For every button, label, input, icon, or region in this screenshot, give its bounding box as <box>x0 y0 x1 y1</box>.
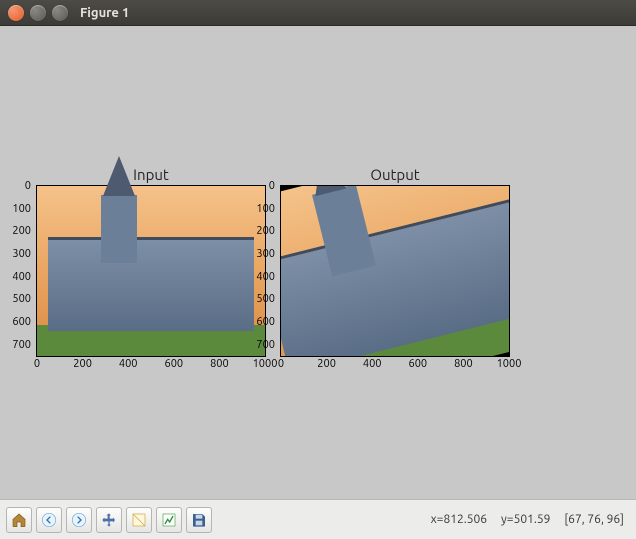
y-tick: 0 <box>269 180 275 192</box>
y-tick: 300 <box>12 248 31 260</box>
x-ticks: 0 200 400 600 800 1000 <box>37 358 265 374</box>
window-titlebar: Figure 1 <box>0 0 636 26</box>
status-pixel: [67, 76, 96] <box>564 513 624 526</box>
maximize-icon[interactable] <box>52 5 68 21</box>
zoom-button[interactable] <box>126 507 152 533</box>
image-building <box>48 237 253 331</box>
close-icon[interactable] <box>8 5 24 21</box>
y-tick: 100 <box>256 203 275 215</box>
x-tick: 800 <box>210 358 229 370</box>
rotated-image-wrap <box>281 186 509 356</box>
save-button[interactable] <box>186 507 212 533</box>
figure-canvas[interactable]: Input 0 100 200 300 400 500 600 700 <box>0 26 636 499</box>
arrow-left-icon <box>41 512 57 528</box>
x-tick: 0 <box>34 358 40 370</box>
home-button[interactable] <box>6 507 32 533</box>
x-tick: 1000 <box>253 358 278 370</box>
y-tick: 200 <box>12 225 31 237</box>
mpl-toolbar: x=812.506 y=501.59 [67, 76, 96] <box>0 499 636 539</box>
x-tick: 200 <box>317 358 336 370</box>
status-y: y=501.59 <box>501 513 550 526</box>
pan-button[interactable] <box>96 507 122 533</box>
x-tick: 0 <box>278 358 284 370</box>
x-tick: 200 <box>73 358 92 370</box>
x-ticks: 0 200 400 600 800 1000 <box>281 358 509 374</box>
x-tick: 400 <box>363 358 382 370</box>
move-icon <box>101 512 117 528</box>
zoom-icon <box>131 512 147 528</box>
arrow-right-icon <box>71 512 87 528</box>
subplots-button[interactable] <box>156 507 182 533</box>
subplot-row: Input 0 100 200 300 400 500 600 700 <box>36 166 510 357</box>
y-tick: 700 <box>256 339 275 351</box>
x-tick: 800 <box>454 358 473 370</box>
subplot-title: Output <box>280 166 510 183</box>
save-icon <box>191 512 207 528</box>
axes-input[interactable]: 0 100 200 300 400 500 600 700 0 200 400 … <box>36 185 266 357</box>
subplot-input: Input 0 100 200 300 400 500 600 700 <box>36 166 266 357</box>
y-ticks: 0 100 200 300 400 500 600 700 <box>0 186 35 356</box>
y-tick: 400 <box>256 271 275 283</box>
y-tick: 700 <box>12 339 31 351</box>
y-tick: 400 <box>12 271 31 283</box>
window-title: Figure 1 <box>80 6 129 20</box>
y-ticks: 0 100 200 300 400 500 600 700 <box>239 186 279 356</box>
subplot-title: Input <box>36 166 266 183</box>
y-tick: 600 <box>12 316 31 328</box>
rotated-image <box>281 186 509 356</box>
x-tick: 1000 <box>497 358 522 370</box>
back-button[interactable] <box>36 507 62 533</box>
y-tick: 0 <box>25 180 31 192</box>
image-tower <box>101 195 137 263</box>
y-tick: 300 <box>256 248 275 260</box>
forward-button[interactable] <box>66 507 92 533</box>
minimize-icon[interactable] <box>30 5 46 21</box>
y-tick: 500 <box>12 293 31 305</box>
y-tick: 500 <box>256 293 275 305</box>
y-tick: 200 <box>256 225 275 237</box>
status-x: x=812.506 <box>431 513 487 526</box>
configure-icon <box>161 512 177 528</box>
axes-output[interactable]: 0 100 200 300 400 500 600 700 0 200 400 … <box>280 185 510 357</box>
subplot-output: Output 0 100 200 300 400 <box>280 166 510 357</box>
image-spire <box>103 156 135 196</box>
y-tick: 100 <box>12 203 31 215</box>
x-tick: 400 <box>119 358 138 370</box>
home-icon <box>11 512 27 528</box>
y-tick: 600 <box>256 316 275 328</box>
status-bar: x=812.506 y=501.59 [67, 76, 96] <box>431 513 630 526</box>
x-tick: 600 <box>164 358 183 370</box>
x-tick: 600 <box>408 358 427 370</box>
